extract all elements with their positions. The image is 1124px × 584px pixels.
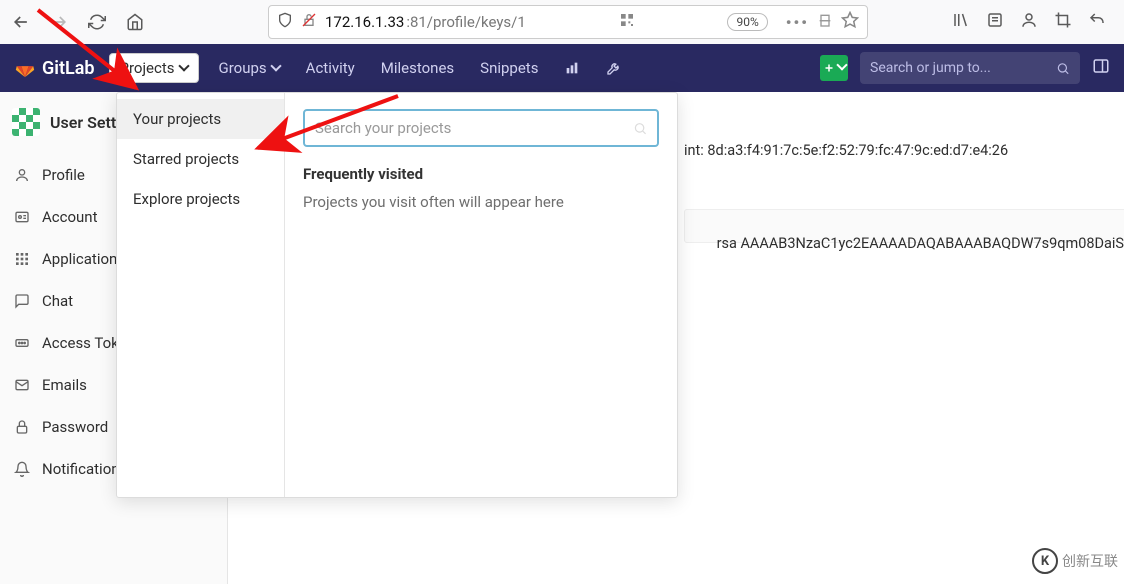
- fingerprint-text: int: 8d:a3:f4:91:7c:5e:f2:52:79:fc:47:9c…: [684, 142, 1108, 159]
- sidebar-item-label: Applications: [42, 250, 125, 268]
- search-icon: [1056, 61, 1070, 76]
- nav-groups[interactable]: Groups: [213, 55, 286, 81]
- url-text: 172.16.1.33:81/profile/keys/1: [325, 13, 526, 31]
- chevron-down-icon: [180, 59, 188, 77]
- more-icon[interactable]: •••: [786, 13, 809, 32]
- account-icon[interactable]: [1020, 11, 1038, 33]
- apps-icon: [14, 251, 30, 267]
- user-icon: [14, 167, 30, 183]
- nav-snippets[interactable]: Snippets: [474, 55, 544, 81]
- nav-wrench-icon[interactable]: [600, 56, 628, 80]
- dropdown-starred-projects[interactable]: Starred projects: [117, 139, 284, 179]
- search-box[interactable]: [860, 52, 1080, 84]
- shield-icon: [277, 12, 293, 32]
- dropdown-sidebar: Your projects Starred projects Explore p…: [117, 93, 285, 497]
- sidebar-heading-text: User Setti: [50, 113, 120, 132]
- back-button[interactable]: [6, 7, 36, 37]
- sidebar-item-label: Notifications: [42, 460, 127, 478]
- forward-button[interactable]: [44, 7, 74, 37]
- search-icon: [633, 121, 647, 136]
- sidebar-item-label: Password: [42, 418, 108, 436]
- email-icon: [14, 377, 30, 393]
- printer-icon[interactable]: [817, 12, 833, 32]
- sidebar-item-label: Account: [42, 208, 98, 226]
- chevron-down-icon: [838, 60, 846, 76]
- watermark: K 创新互联: [1032, 548, 1118, 574]
- ssh-key-box: rsa AAAAB3NzaC1yc2EAAAADAQABAAABAQDW7s9q…: [684, 209, 1124, 243]
- gitlab-navbar: GitLab Projects Groups Activity Mileston…: [0, 44, 1124, 92]
- reload-button[interactable]: [82, 7, 112, 37]
- new-button[interactable]: [820, 55, 848, 81]
- qr-icon[interactable]: [619, 12, 635, 32]
- brand-text: GitLab: [42, 58, 95, 79]
- lock-icon: [14, 419, 30, 435]
- token-icon: [14, 335, 30, 351]
- sidebar-item-label: Emails: [42, 376, 87, 394]
- lock-slash-icon: [301, 12, 317, 32]
- nav-activity[interactable]: Activity: [300, 55, 361, 81]
- sidebar-toggle-icon[interactable]: [1092, 57, 1110, 79]
- sidebar-item-label: Chat: [42, 292, 73, 310]
- freq-visited-title: Frequently visited: [303, 165, 659, 183]
- chat-icon: [14, 293, 30, 309]
- gitlab-logo[interactable]: GitLab: [14, 57, 95, 79]
- nav-projects[interactable]: Projects: [109, 53, 199, 83]
- project-search-box[interactable]: [303, 109, 659, 147]
- freq-visited-hint: Projects you visit often will appear her…: [303, 193, 659, 211]
- dropdown-your-projects[interactable]: Your projects: [117, 99, 284, 139]
- chevron-down-icon: [272, 59, 280, 77]
- id-icon: [14, 209, 30, 225]
- search-input[interactable]: [870, 60, 1056, 76]
- dropdown-explore-projects[interactable]: Explore projects: [117, 179, 284, 219]
- watermark-badge: K: [1032, 548, 1058, 574]
- avatar: [12, 108, 40, 136]
- dropdown-main: Frequently visited Projects you visit of…: [285, 93, 677, 497]
- watermark-text: 创新互联: [1062, 551, 1118, 571]
- reader-icon[interactable]: [986, 11, 1004, 33]
- content-area: User Setti Profile Account Applications …: [0, 92, 1124, 584]
- library-icon[interactable]: [952, 11, 970, 33]
- nav-projects-label: Projects: [120, 59, 175, 77]
- nav-chart-icon[interactable]: [558, 56, 586, 80]
- zoom-badge[interactable]: 90%: [727, 13, 767, 31]
- star-icon[interactable]: [841, 11, 859, 33]
- project-search-input[interactable]: [315, 119, 633, 137]
- crop-icon[interactable]: [1054, 11, 1072, 33]
- ssh-key-text: rsa AAAAB3NzaC1yc2EAAAADAQABAAABAQDW7s9q…: [717, 235, 1124, 252]
- browser-toolbar: 172.16.1.33:81/profile/keys/1 90% •••: [0, 0, 1124, 44]
- home-button[interactable]: [120, 7, 150, 37]
- sidebar-item-label: Profile: [42, 166, 85, 184]
- nav-groups-label: Groups: [219, 59, 267, 77]
- projects-dropdown: Your projects Starred projects Explore p…: [116, 92, 678, 498]
- nav-milestones[interactable]: Milestones: [375, 55, 460, 81]
- url-bar[interactable]: 172.16.1.33:81/profile/keys/1 90% •••: [268, 5, 868, 39]
- bell-icon: [14, 461, 30, 477]
- gitlab-icon: [14, 57, 36, 79]
- undo-icon[interactable]: [1088, 11, 1106, 33]
